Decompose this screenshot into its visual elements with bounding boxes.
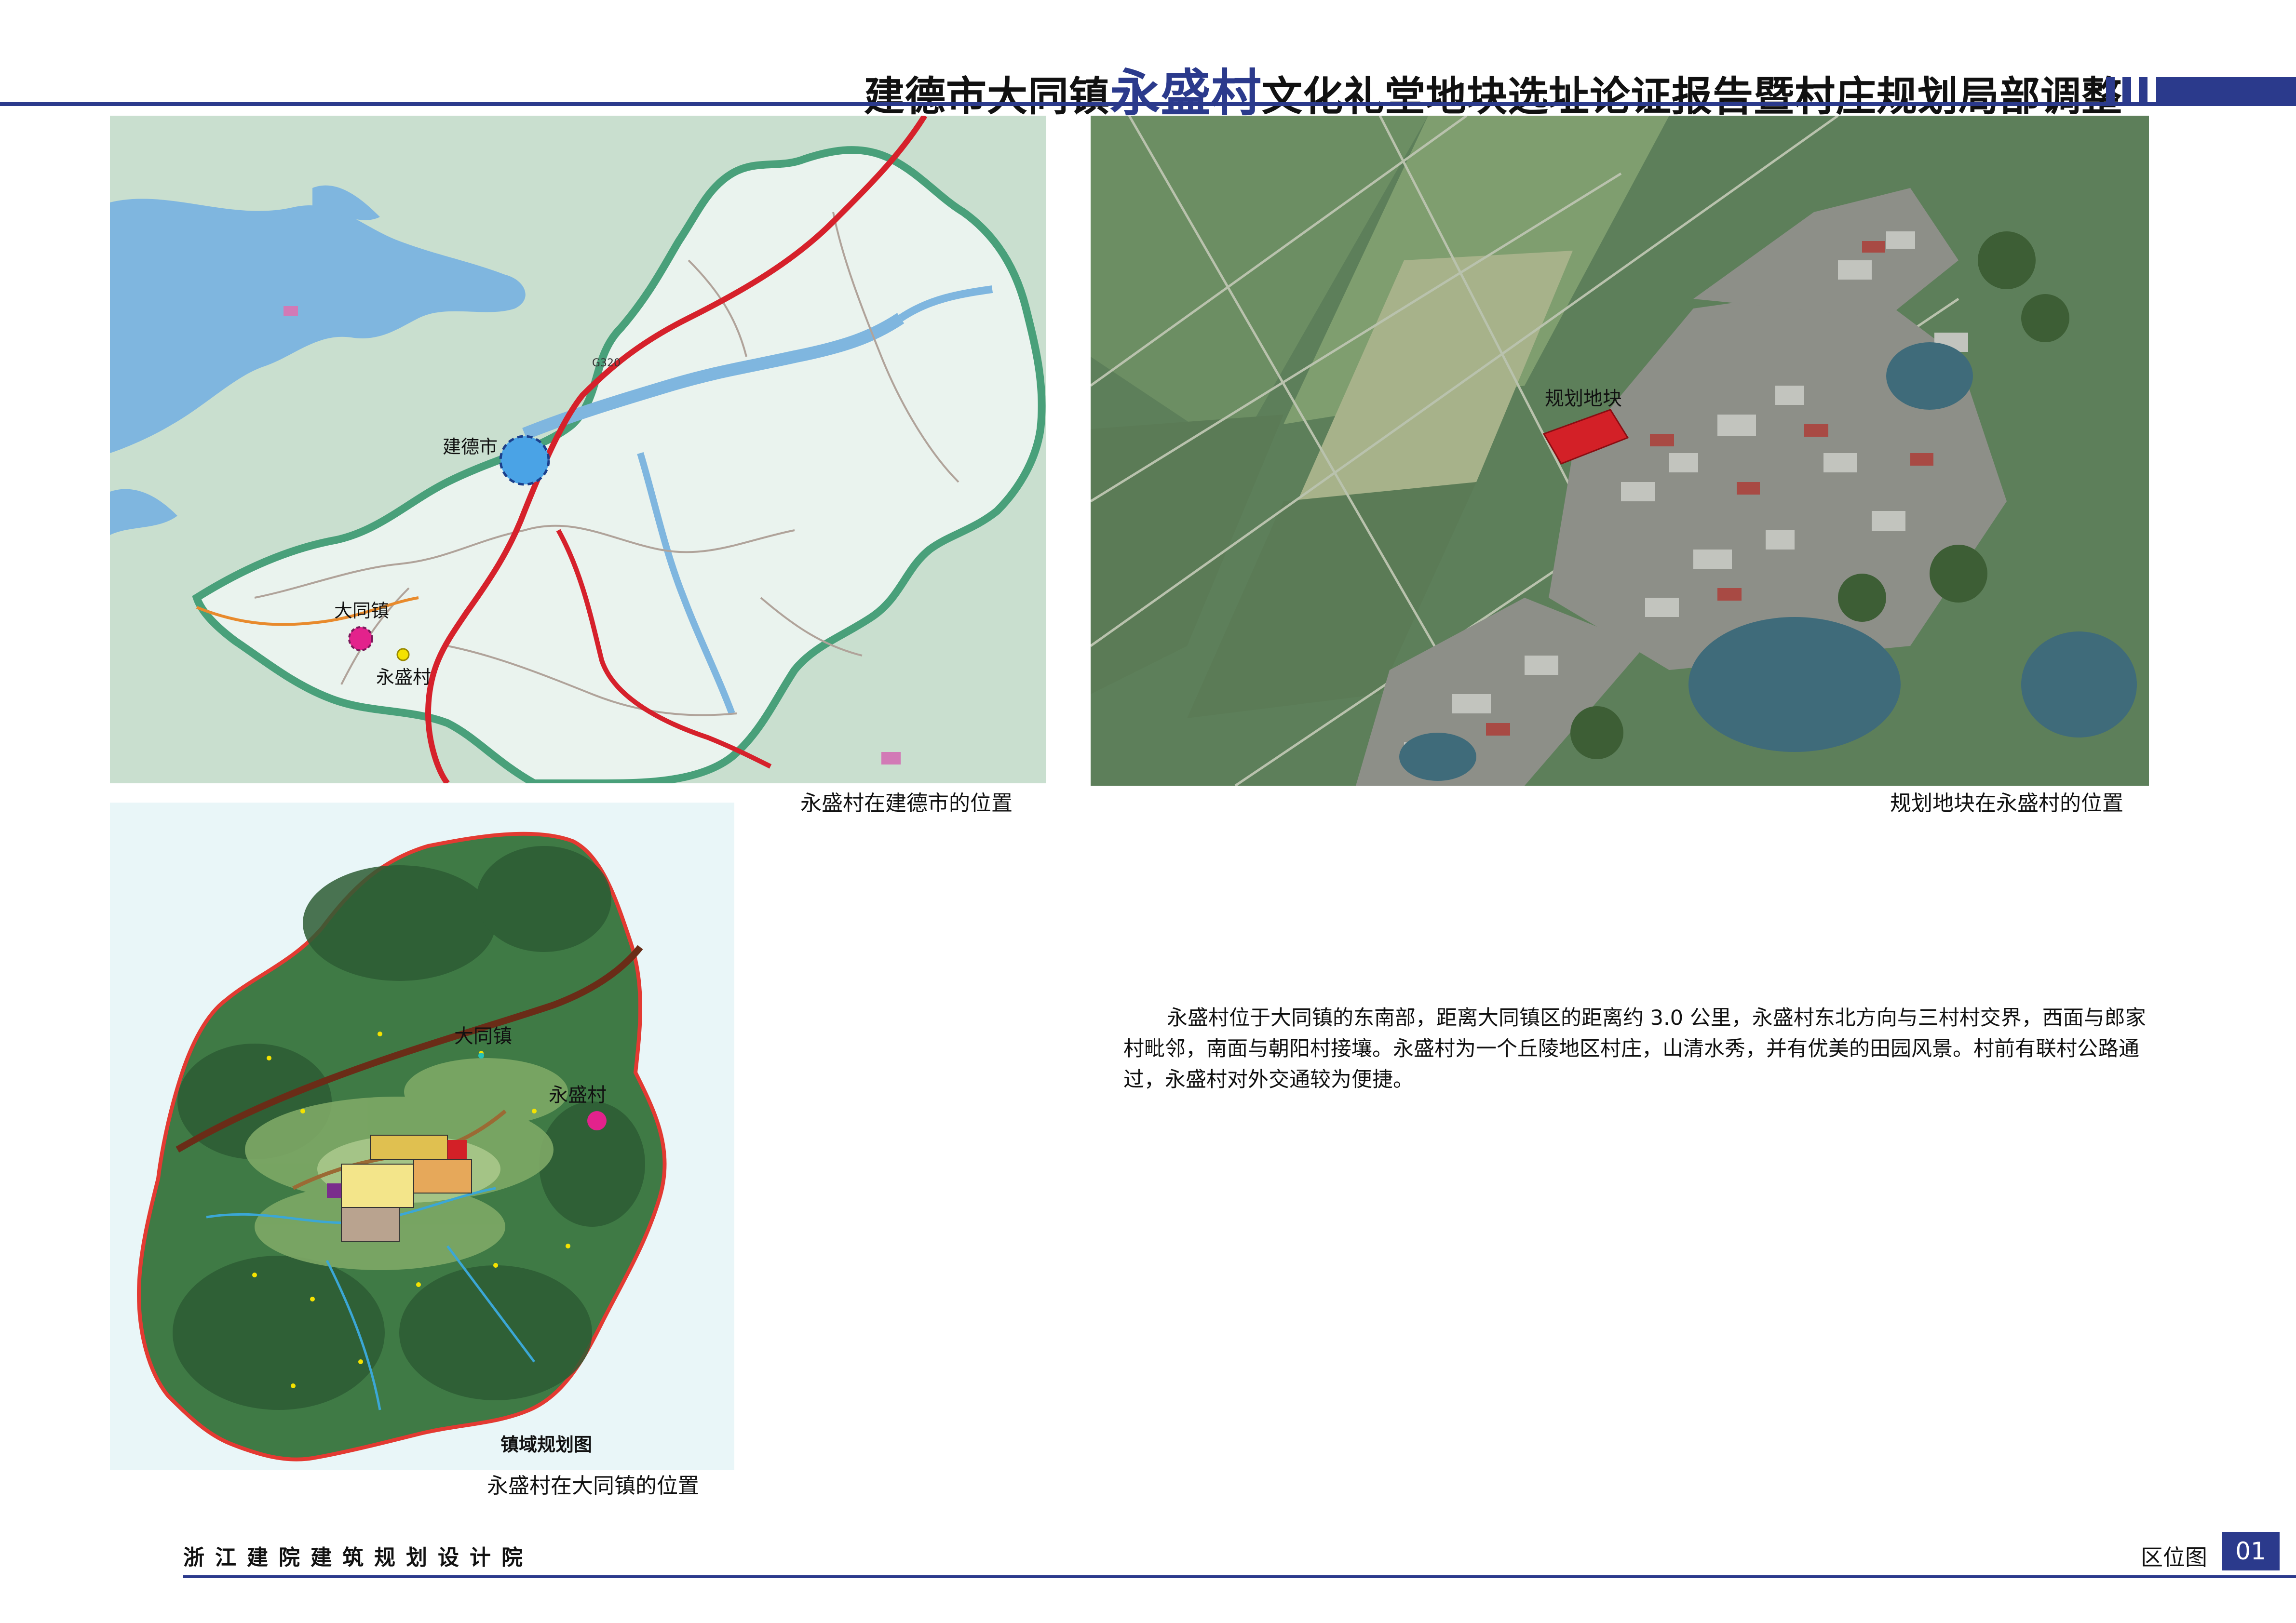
title-prefix: 建德市大同镇 [864,73,1110,120]
village-description: 永盛村位于大同镇的东南部，距离大同镇区的距离约 3.0 公里，永盛村东北方向与三… [1123,1006,2146,1092]
city-map-caption: 永盛村在建德市的位置 [800,791,1013,816]
town-label: 大同镇 [334,600,389,621]
page-title: 建德市大同镇永盛村文化礼堂地块选址论证报告暨村庄规划局部调整 [864,52,2122,125]
town-map-graphic: 大同镇 永盛村 镇域规划图 [110,803,734,1470]
town-map-caption: 永盛村在大同镇的位置 [487,1474,699,1498]
footer-rule [183,1575,2296,1578]
satellite-graphic: 规划地块 [1091,116,2149,786]
satellite-site-map: 规划地块 [1091,116,2149,786]
town-marker [348,626,373,651]
town-location-map: 大同镇 永盛村 镇域规划图 [110,803,734,1470]
city-location-map: G320 建德市 大同镇 永盛村 [110,116,1046,783]
town-map-village-marker [587,1111,607,1130]
road-label: G320 [592,357,621,369]
title-suffix: 文化礼堂地块选址论证报告暨村庄规划局部调整 [1261,73,2122,120]
village-label: 永盛村 [376,667,431,688]
town-map-village-label: 永盛村 [549,1084,607,1106]
village-marker [396,648,410,661]
title-decoration-bars [2106,77,2296,102]
city-label: 建德市 [443,436,498,457]
town-map-title: 镇域规划图 [500,1434,592,1455]
title-rule [0,102,2296,106]
site-label: 规划地块 [1545,388,1622,410]
city-marker [499,435,550,486]
footer-sheet-name: 区位图 [2141,1544,2207,1570]
city-map-graphic: G320 建德市 大同镇 永盛村 [110,116,1046,783]
title-highlight: 永盛村 [1109,64,1262,122]
footer-organization: 浙江建院建筑规划设计院 [183,1545,533,1570]
satellite-map-caption: 规划地块在永盛村的位置 [1890,791,2123,816]
town-map-town-label: 大同镇 [454,1025,512,1047]
footer-sheet-number: 01 [2222,1532,2280,1570]
